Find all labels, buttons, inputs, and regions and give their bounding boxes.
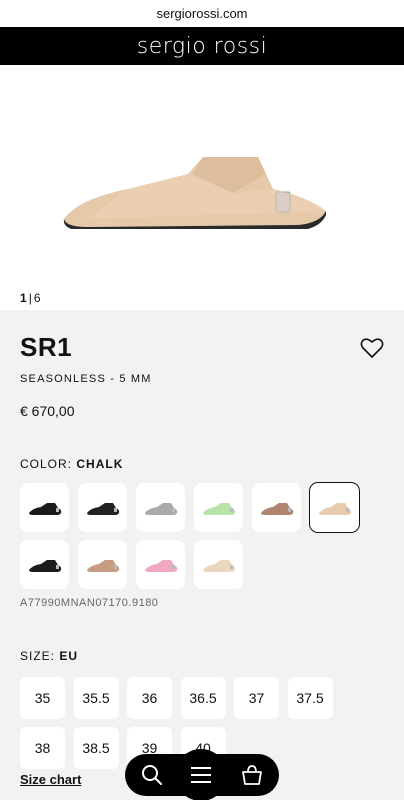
size-chart-link[interactable]: Size chart	[20, 772, 81, 787]
color-swatch-grey[interactable]	[136, 483, 185, 532]
bottom-nav	[125, 749, 279, 800]
product-price: € 670,00	[20, 403, 75, 419]
size-label: SIZE:	[20, 649, 56, 663]
size-option[interactable]: 37.5	[287, 677, 333, 719]
color-swatch-black-2[interactable]	[20, 540, 69, 589]
size-option[interactable]: 36.5	[180, 677, 226, 719]
gallery-total: 6	[33, 290, 41, 305]
swatch-shoe-icon	[144, 559, 177, 572]
search-button[interactable]	[137, 760, 167, 790]
color-swatch-black[interactable]	[20, 483, 69, 532]
swatch-shoe-icon	[86, 559, 119, 572]
size-option[interactable]: 38	[20, 727, 65, 769]
swatch-shoe-icon	[28, 559, 61, 572]
site-header: sergio rossi	[0, 27, 404, 65]
size-option[interactable]: 35	[20, 677, 65, 719]
swatch-shoe-icon	[86, 502, 119, 515]
size-option[interactable]: 35.5	[73, 677, 119, 719]
color-label-row: COLOR: CHALK	[20, 457, 384, 471]
menu-icon	[191, 767, 211, 783]
search-icon	[142, 765, 162, 785]
color-swatch-chalk[interactable]	[309, 482, 360, 533]
color-swatch-nude[interactable]	[78, 540, 127, 589]
product-info: SR1 SEASONLESS - 5 MM € 670,00 COLOR: CH…	[0, 310, 404, 800]
color-swatch-mint[interactable]	[194, 483, 243, 532]
swatch-shoe-icon	[144, 502, 177, 515]
product-title: SR1	[20, 332, 73, 362]
gallery-separator: |	[28, 290, 32, 305]
swatch-shoe-icon	[202, 502, 235, 515]
url-bar[interactable]: sergiorossi.com	[0, 0, 404, 27]
heart-icon[interactable]	[360, 337, 384, 359]
size-label-row: SIZE: EU	[20, 649, 384, 663]
size-system[interactable]: EU	[59, 649, 78, 663]
size-option[interactable]: 36	[127, 677, 172, 719]
color-swatch-pink[interactable]	[136, 540, 185, 589]
gallery-current: 1	[20, 290, 27, 305]
swatch-shoe-icon	[260, 502, 293, 515]
url-text: sergiorossi.com	[156, 6, 248, 21]
bag-button[interactable]	[237, 760, 267, 790]
color-swatches	[20, 482, 384, 589]
product-sku: A77990MNAN07170.9180	[20, 597, 159, 609]
color-label: COLOR:	[20, 457, 73, 471]
size-option[interactable]: 38.5	[73, 727, 119, 769]
swatch-shoe-icon	[318, 502, 351, 515]
color-swatch-cream[interactable]	[194, 540, 243, 589]
color-value: CHALK	[76, 457, 124, 471]
menu-button[interactable]	[175, 749, 227, 800]
color-swatch-black-white[interactable]	[78, 483, 127, 532]
brand-logo[interactable]: sergio rossi	[137, 34, 267, 59]
product-subtitle: SEASONLESS - 5 MM	[20, 373, 152, 385]
bag-icon	[242, 765, 262, 785]
color-swatch-brown[interactable]	[252, 483, 301, 532]
shoe-image	[63, 157, 326, 229]
swatch-shoe-icon	[28, 502, 61, 515]
product-image[interactable]	[0, 65, 404, 285]
gallery-pager: 1 | 6	[0, 285, 404, 310]
size-option[interactable]: 37	[234, 677, 279, 719]
swatch-shoe-icon	[202, 559, 235, 572]
